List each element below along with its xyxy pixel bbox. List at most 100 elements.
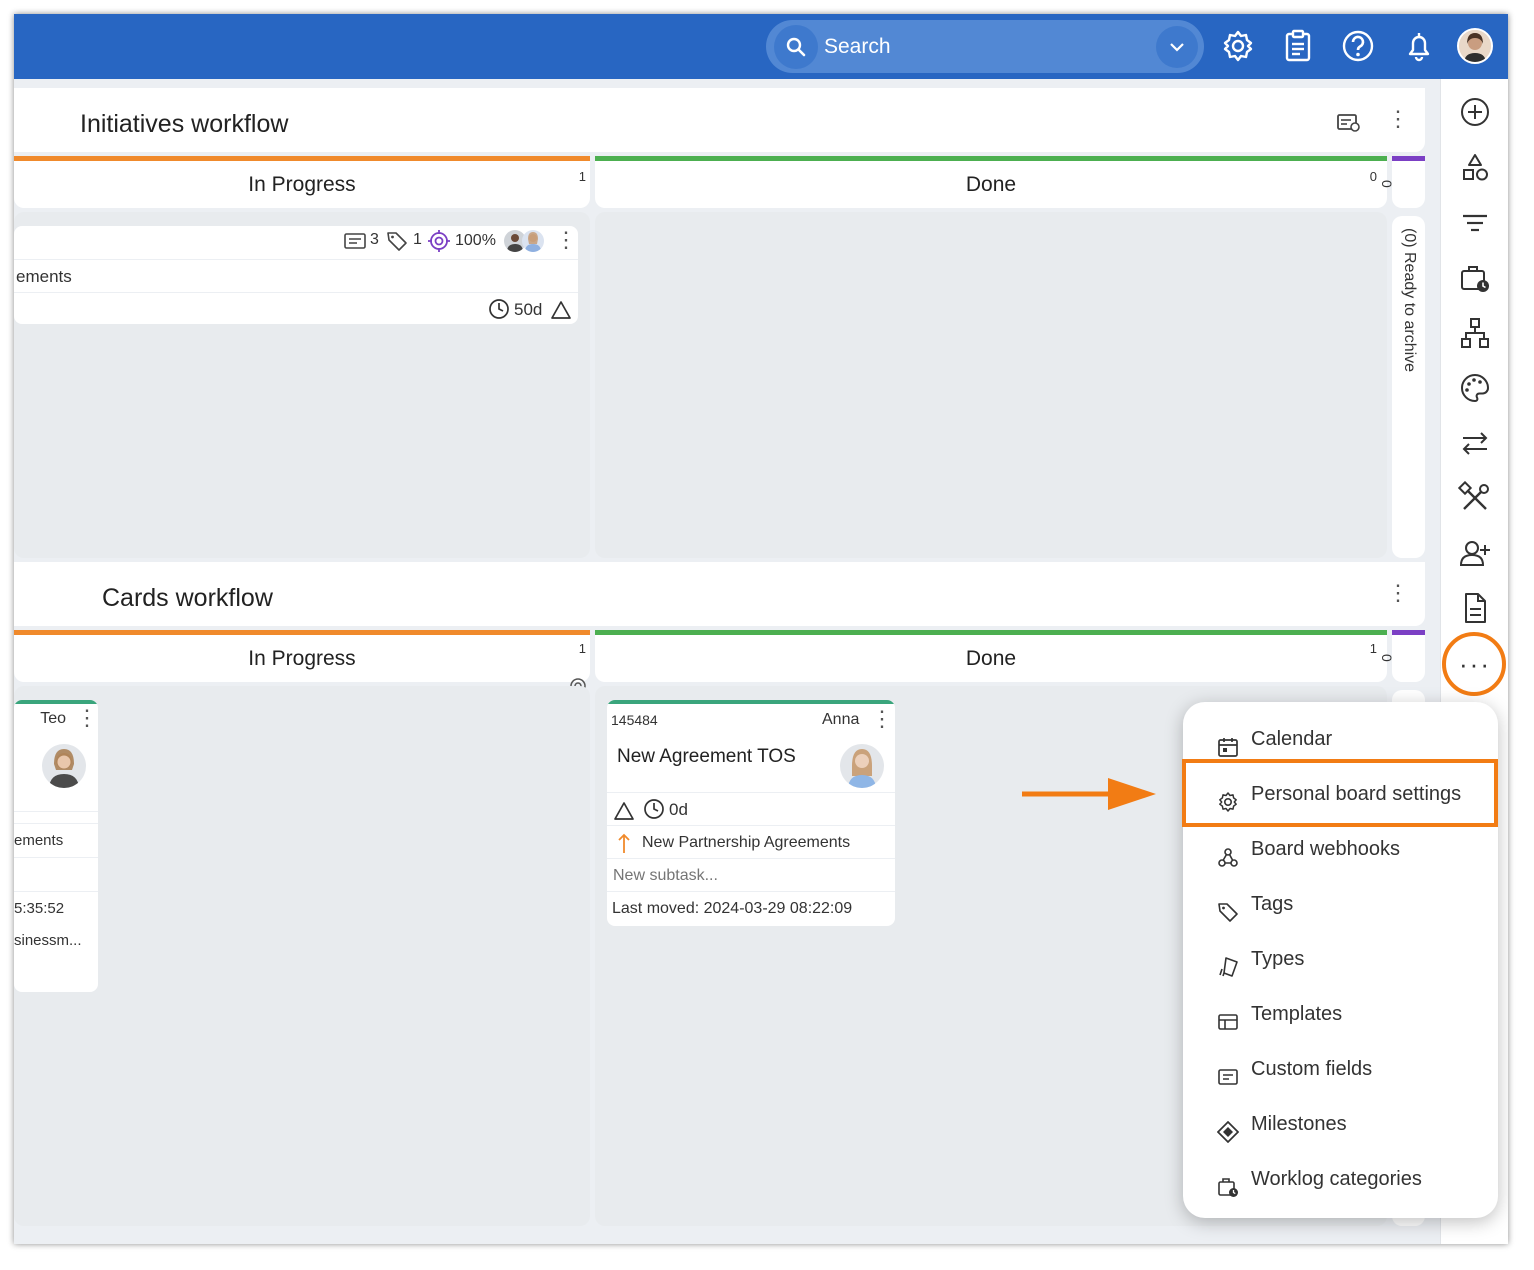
tag-icon	[1217, 893, 1239, 922]
parent-card-link[interactable]: New Partnership Agreements	[642, 826, 850, 859]
user-avatar[interactable]	[1457, 28, 1493, 64]
tag-count: 1	[413, 231, 422, 248]
initiative-card[interactable]: 3 1 100% ⋮ ements 50d	[14, 226, 578, 324]
document-icon[interactable]	[1458, 591, 1492, 625]
menu-item-templates[interactable]: Templates	[1183, 990, 1498, 1038]
menu-item-types[interactable]: Types	[1183, 935, 1498, 983]
lane-card-count: 1	[578, 169, 586, 184]
card-parent-row[interactable]: New Partnership Agreements	[607, 825, 895, 859]
workflow-title: Initiatives workflow	[80, 110, 289, 138]
lane-card-count: 1	[578, 641, 586, 656]
menu-item-calendar[interactable]: Calendar	[1183, 715, 1498, 763]
progress-percent: 100%	[455, 232, 496, 249]
plus-circle-icon[interactable]	[1458, 95, 1492, 129]
menu-item-label: Worklog categories	[1251, 1168, 1422, 1190]
swap-icon[interactable]	[1458, 426, 1492, 460]
cards-workflow-header: Cards workflow ⋮	[14, 562, 1425, 626]
lane-body-done	[595, 212, 1387, 558]
new-subtask-input[interactable]	[613, 865, 883, 887]
lane-done[interactable]: Done 0	[595, 156, 1387, 208]
menu-item-board-webhooks[interactable]: Board webhooks	[1183, 825, 1498, 873]
collapsed-lane-label: (0) Ready to archive	[1401, 228, 1418, 373]
card-last-moved: Last moved: 2024-03-29 08:22:09	[607, 891, 895, 925]
help-icon[interactable]	[1340, 28, 1376, 64]
lane-in-progress[interactable]: In Progress 1	[14, 630, 590, 694]
lane-color-bar	[595, 156, 1387, 161]
top-bar	[14, 14, 1508, 79]
lane-title: In Progress	[248, 173, 356, 196]
clipboard-icon[interactable]	[1280, 28, 1316, 64]
shapes-icon[interactable]	[1458, 151, 1492, 185]
worklog-icon	[1217, 1168, 1239, 1197]
lane-done[interactable]: Done 1	[595, 630, 1387, 682]
menu-item-milestones[interactable]: Milestones	[1183, 1100, 1498, 1148]
custom-fields-icon	[1217, 1058, 1239, 1085]
card-owner: Teo	[40, 710, 66, 727]
card-menu-kebab[interactable]: ⋮	[871, 708, 893, 730]
card-new-agreement-tos[interactable]: 145484 Anna ⋮ New Agreement TOS 0d New P…	[607, 700, 895, 926]
swimlane-settings-icon[interactable]	[1336, 112, 1362, 134]
priority-warning-icon	[613, 799, 635, 820]
menu-item-label: Board webhooks	[1251, 838, 1400, 860]
card[interactable]: Teo ⋮ ements 5:35:52 sinessm...	[14, 700, 98, 992]
workflow-menu-kebab[interactable]: ⋮	[1387, 108, 1409, 130]
card-parent: ements	[14, 823, 98, 857]
lane-title: Done	[965, 173, 1017, 196]
gear-icon[interactable]	[1220, 28, 1256, 64]
assignee-avatar	[42, 744, 86, 788]
card-menu-kebab[interactable]: ⋮	[76, 707, 98, 729]
lane-ready-to-archive-header[interactable]: 0	[1379, 630, 1425, 682]
lane-card-count: 0	[1379, 654, 1395, 662]
lane-in-progress[interactable]: In Progress 1	[14, 156, 590, 208]
highlight-box	[1182, 759, 1498, 827]
lane-ready-to-archive-header[interactable]: 0	[1379, 156, 1425, 208]
lane-color-bar	[1392, 630, 1425, 635]
menu-item-custom-fields[interactable]: Custom fields	[1183, 1045, 1498, 1093]
bell-icon[interactable]	[1401, 28, 1437, 64]
menu-item-tags[interactable]: Tags	[1183, 880, 1498, 928]
calendar-icon	[1217, 728, 1239, 757]
card-owner: Anna	[822, 711, 860, 728]
workflow-menu-kebab[interactable]: ⋮	[1387, 582, 1409, 604]
chevron-down-icon[interactable]	[1156, 26, 1198, 68]
comment-count: 3	[370, 231, 379, 248]
lane-color-bar	[14, 630, 590, 635]
types-icon	[1217, 948, 1239, 977]
card-accent-bar	[14, 700, 98, 704]
assignee-avatar	[840, 744, 884, 788]
add-user-icon[interactable]	[1458, 536, 1492, 570]
lane-body-in-progress	[14, 686, 590, 1226]
menu-item-label: Milestones	[1251, 1113, 1347, 1135]
lane-color-bar	[1392, 156, 1425, 161]
menu-item-label: Templates	[1251, 1003, 1343, 1025]
card-title[interactable]: New Agreement TOS	[617, 746, 796, 768]
palette-icon[interactable]	[1458, 371, 1492, 405]
hierarchy-icon[interactable]	[1458, 316, 1492, 350]
template-icon	[1217, 1003, 1239, 1030]
target-progress-icon	[428, 230, 450, 252]
lane-color-bar	[14, 156, 590, 161]
search-box[interactable]	[766, 20, 1204, 73]
card-footer: 50d	[14, 292, 578, 324]
lane-ready-to-archive[interactable]: (0) Ready to archive	[1392, 216, 1425, 558]
annotation-arrow-icon	[1022, 774, 1160, 819]
milestone-icon	[1216, 1113, 1240, 1144]
worklog-icon[interactable]	[1458, 261, 1492, 295]
menu-item-label: Tags	[1251, 893, 1294, 915]
workflow-title: Cards workflow	[102, 584, 273, 612]
tools-icon[interactable]	[1457, 480, 1492, 515]
search-input[interactable]	[824, 32, 1144, 62]
menu-item-worklog-categories[interactable]: Worklog categories	[1183, 1155, 1498, 1203]
card-age: 50d	[514, 300, 543, 319]
menu-item-label: Calendar	[1251, 728, 1333, 750]
initiatives-workflow-header: Initiatives workflow ⋮	[14, 88, 1425, 152]
search-icon[interactable]	[774, 25, 818, 69]
lane-title: In Progress	[248, 647, 356, 670]
card-age: 0d	[669, 800, 688, 819]
filter-icon[interactable]	[1458, 206, 1492, 240]
assignee-avatar	[522, 230, 544, 252]
card-menu-kebab[interactable]: ⋮	[555, 229, 577, 251]
lane-card-count: 0	[1379, 180, 1395, 188]
wip-limit-icon	[569, 660, 587, 694]
more-options-button[interactable]: ···	[1442, 632, 1506, 696]
